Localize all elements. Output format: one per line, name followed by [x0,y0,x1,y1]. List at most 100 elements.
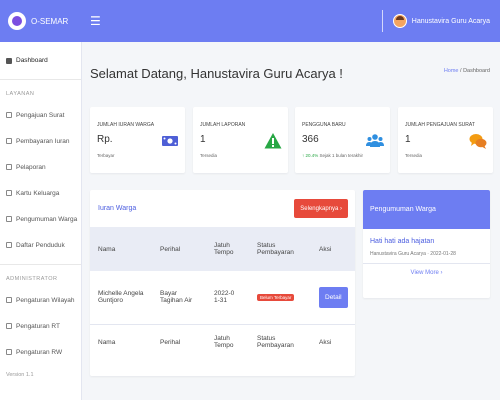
selengkapnya-button[interactable]: Selengkapnya › [294,199,348,218]
version-label: Version 1.1 [6,372,34,378]
sidebar-item-label: Pengaturan RW [16,348,63,356]
announcement-title-link[interactable]: Hati hati ada hajatan [370,238,434,245]
stat-card-sub: Tersedia [200,153,218,158]
stat-card-sub: Terbayar [97,153,115,158]
column-header-status: Status Pembayaran [257,242,294,256]
sidebar-item-label: Pengaturan Wilayah [16,296,75,304]
chevron-right-icon: › [440,270,443,276]
megaphone-icon [6,216,12,222]
comments-icon [469,134,487,149]
cell-jatuh-tempo: 2022-01-31 [214,290,235,305]
sidebar-item-label: Pengumuman Warga [16,215,78,223]
iuran-table: Nama Perihal Jatuh Tempo Status Pembayar… [90,227,355,360]
avatar[interactable] [392,14,407,28]
stat-card-label: JUMLAH IURAN WARGA [97,122,155,128]
footer-header-jatuh-tempo: Jatuh Tempo [214,335,234,350]
view-more-link[interactable]: View More › [363,270,490,276]
sidebar-item-label: Daftar Penduduk [16,241,65,249]
stat-card-value: 1 [405,134,411,145]
footer-header-perihal: Perihal [160,338,181,346]
stat-card-value: 1 [200,134,206,145]
column-header-jatuh-tempo: Jatuh Tempo [214,242,234,256]
sidebar-heading-administrator: ADMINISTRATOR [6,276,58,282]
list-icon [6,242,12,248]
hamburger-menu-icon[interactable]: ☰ [90,14,101,28]
iuran-warga-panel: Iuran Warga Selengkapnya › Nama Perihal … [90,190,355,376]
selengkapnya-button-label: Selengkapnya [300,205,339,212]
cell-aksi: Detail [311,271,355,324]
stat-card-value: 366 [302,134,319,145]
breadcrumb-current: Dashboard [463,68,490,74]
brand[interactable]: O-SEMAR [0,0,82,42]
column-header-aksi: Aksi [319,245,332,253]
stat-card-sub-text: Sejak 1 bulan terakhir [319,153,364,158]
table-row: Michelle Angela Guntjoro Bayar Tagihan A… [90,271,355,324]
settings-icon [6,323,12,329]
sidebar-item-pengaturan-rw[interactable]: Pengaturan RW [0,339,81,365]
pengumuman-warga-panel: Pengumuman Warga Hati hati ada hajatan H… [363,190,490,298]
footer-header-status: Status Pembayaran [257,335,294,350]
announcement-divider [363,263,490,264]
stat-card-label: JUMLAH PENGAJUAN SURAT [405,122,475,128]
money-icon [162,136,178,146]
page-title: Selamat Datang, Hanustavira Guru Acarya … [90,66,343,81]
users-icon [366,134,384,147]
sidebar: Dashboard LAYANAN Pengajuan Surat Pembay… [0,42,82,400]
footer-header-aksi: Aksi [319,338,332,346]
sidebar-item-label: Pengaturan RT [16,322,60,330]
stat-card-value: Rp. [97,134,113,145]
sidebar-item-label: Dashboard [16,57,48,64]
sidebar-item-pengajuan-surat[interactable]: Pengajuan Surat [0,102,81,128]
stat-card-label: PENGGUNA BARU [302,122,346,128]
sidebar-item-kartu-keluarga[interactable]: Kartu Keluarga [0,180,81,206]
breadcrumb: Home / Dashboard [444,68,490,74]
sidebar-item-pengaturan-rt[interactable]: Pengaturan RT [0,313,81,339]
status-badge: Belum Terbayar [257,293,295,301]
sidebar-divider [0,264,81,265]
sidebar-item-pembayaran-iuran[interactable]: Pembayaran Iuran [0,128,81,154]
panel-title: Pengumuman Warga [363,190,490,229]
stat-card-sub: ↑ 20.4% Sejak 1 bulan terakhir [302,153,363,158]
detail-button[interactable]: Detail [319,286,348,308]
footer-header-nama: Nama [98,338,116,346]
chevron-right-icon: › [338,205,342,212]
stat-card-iuran: JUMLAH IURAN WARGA Rp. Terbayar [90,107,185,173]
sidebar-item-daftar-penduduk[interactable]: Daftar Penduduk [0,232,81,258]
growth-indicator: ↑ 20.4% [302,153,319,158]
card-icon [6,190,12,196]
cell-perihal: Bayar Tagihan Air [160,290,193,305]
sidebar-item-pengaturan-wilayah[interactable]: Pengaturan Wilayah [0,287,81,313]
sidebar-item-pelaporan[interactable]: Pelaporan [0,154,81,180]
sidebar-heading-layanan: LAYANAN [6,91,35,97]
breadcrumb-separator: / [460,68,462,74]
settings-icon [6,349,12,355]
cell-nama: Michelle Angela Guntjoro [98,290,144,305]
navbar-divider [381,10,383,32]
wallet-icon [6,138,12,144]
document-icon [6,112,12,118]
stat-card-pengguna: PENGGUNA BARU 366 ↑ 20.4% Sejak 1 bulan … [295,107,390,173]
breadcrumb-home-link[interactable]: Home [444,68,459,74]
cell-status: Belum Terbayar [249,271,311,324]
table-footer-row: Nama Perihal Jatuh Tempo Status Pembayar… [90,324,355,360]
user-name[interactable]: Hanustavira Guru Acarya [412,18,490,25]
stat-card-sub: Tersedia [405,153,423,158]
stat-card-pengajuan: JUMLAH PENGAJUAN SURAT 1 Tersedia [398,107,493,173]
top-navbar: O-SEMAR ☰ Hanustavira Guru Acarya [0,0,500,42]
dashboard-icon [6,57,12,64]
column-header-nama: Nama [98,245,116,253]
user-menu[interactable]: Hanustavira Guru Acarya [381,0,490,42]
sidebar-item-label: Pembayaran Iuran [16,137,70,145]
sidebar-item-dashboard[interactable]: Dashboard [0,42,81,80]
column-header-perihal: Perihal [160,245,181,253]
panel-title: Iuran Warga [98,205,137,212]
announcement-meta: Hanustavira Guru Acarya · 2022-01-28 [370,251,456,257]
stat-card-laporan: JUMLAH LAPORAN 1 Tersedia [193,107,288,173]
sidebar-item-label: Kartu Keluarga [16,189,60,197]
brand-logo [8,12,26,30]
sidebar-item-label: Pelaporan [16,163,46,171]
brand-name: O-SEMAR [31,16,69,26]
sidebar-item-label: Pengajuan Surat [16,111,65,119]
sidebar-item-pengumuman-warga[interactable]: Pengumuman Warga [0,206,81,232]
stat-card-label: JUMLAH LAPORAN [200,122,246,128]
